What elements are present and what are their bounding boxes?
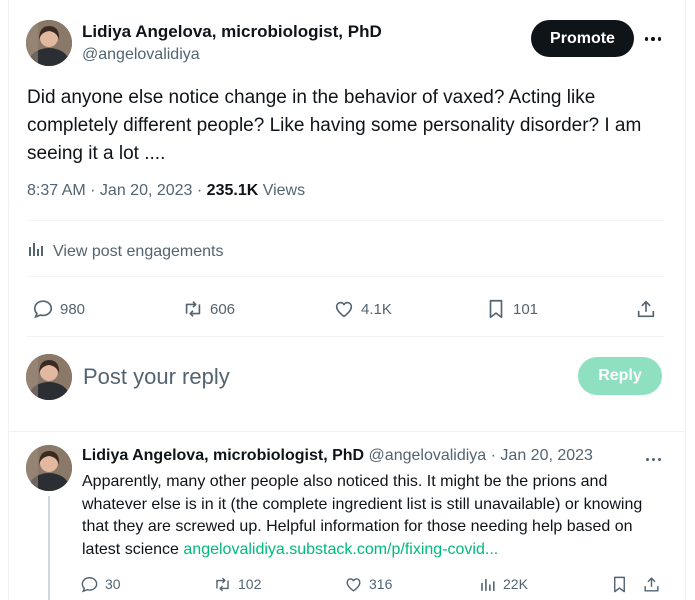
views-count: 235.1K <box>206 182 259 199</box>
author-handle[interactable]: @angelovalidiya <box>82 46 200 64</box>
bookmark-action[interactable]: 101 <box>485 294 538 324</box>
share-icon <box>637 300 655 318</box>
reply-input[interactable]: Post your reply <box>83 364 230 390</box>
post-time[interactable]: 8:37 AM · Jan 20, 2023 · <box>27 182 207 199</box>
thread-line <box>48 496 50 600</box>
reply-icon <box>81 576 98 592</box>
author-avatar[interactable] <box>26 20 72 66</box>
engagements-label: View post engagements <box>53 242 224 260</box>
like-icon <box>346 577 361 592</box>
reply-header: Lidiya Angelova, microbiologist, PhD @an… <box>82 447 593 465</box>
bookmark-icon <box>489 299 503 319</box>
like-count: 316 <box>369 576 393 592</box>
author-name[interactable]: Lidiya Angelova, microbiologist, PhD <box>82 22 382 42</box>
views-action[interactable]: 22K <box>478 572 528 596</box>
divider <box>27 336 664 337</box>
like-action[interactable]: 316 <box>344 572 392 596</box>
like-action[interactable]: 4.1K <box>333 294 392 324</box>
views-count: 22K <box>503 576 528 592</box>
reply-date[interactable]: · Jan 20, 2023 <box>486 447 593 464</box>
analytics-icon <box>27 240 45 263</box>
like-count: 4.1K <box>361 300 392 318</box>
repost-count: 102 <box>238 576 262 592</box>
bookmark-count: 101 <box>513 300 539 318</box>
post-meta: 8:37 AM · Jan 20, 2023 · 235.1K Views <box>27 182 305 200</box>
reply-action[interactable]: 30 <box>80 572 121 596</box>
more-icon[interactable] <box>640 28 666 50</box>
reply-count: 980 <box>60 300 86 318</box>
post-actions: 980 606 4.1K 101 <box>27 294 663 324</box>
repost-icon <box>216 577 229 591</box>
section-separator <box>8 431 686 432</box>
views-label: Views <box>258 182 306 199</box>
divider <box>27 276 664 277</box>
more-icon[interactable] <box>640 450 666 468</box>
reply-actions: 30 102 316 22K <box>80 572 670 596</box>
views-icon <box>481 578 495 591</box>
share-action[interactable] <box>635 294 657 324</box>
reply-text: Apparently, many other people also notic… <box>82 471 672 561</box>
repost-icon <box>185 301 201 317</box>
like-icon <box>335 301 353 318</box>
repost-action[interactable]: 102 <box>213 572 261 596</box>
composer-avatar <box>26 354 72 400</box>
bookmark-action[interactable] <box>610 572 629 596</box>
bookmark-icon <box>614 576 625 592</box>
share-icon <box>644 576 659 592</box>
repost-action[interactable]: 606 <box>182 294 235 324</box>
share-action[interactable] <box>642 572 661 596</box>
reply-author-avatar[interactable] <box>26 445 72 491</box>
reply-button[interactable]: Reply <box>578 357 662 395</box>
reply-icon <box>33 300 53 319</box>
divider <box>27 220 664 221</box>
reply-count: 30 <box>105 576 121 592</box>
reply-action[interactable]: 980 <box>32 294 85 324</box>
post-text: Did anyone else notice change in the beh… <box>27 87 642 164</box>
promote-button[interactable]: Promote <box>531 20 634 57</box>
reply-author-name[interactable]: Lidiya Angelova, microbiologist, PhD <box>82 447 364 464</box>
reply-author-handle[interactable]: @angelovalidiya <box>364 447 487 464</box>
view-engagements-link[interactable]: View post engagements <box>27 240 223 263</box>
reply-link[interactable]: angelovalidiya.substack.com/p/fixing-cov… <box>183 541 498 558</box>
repost-count: 606 <box>210 300 236 318</box>
